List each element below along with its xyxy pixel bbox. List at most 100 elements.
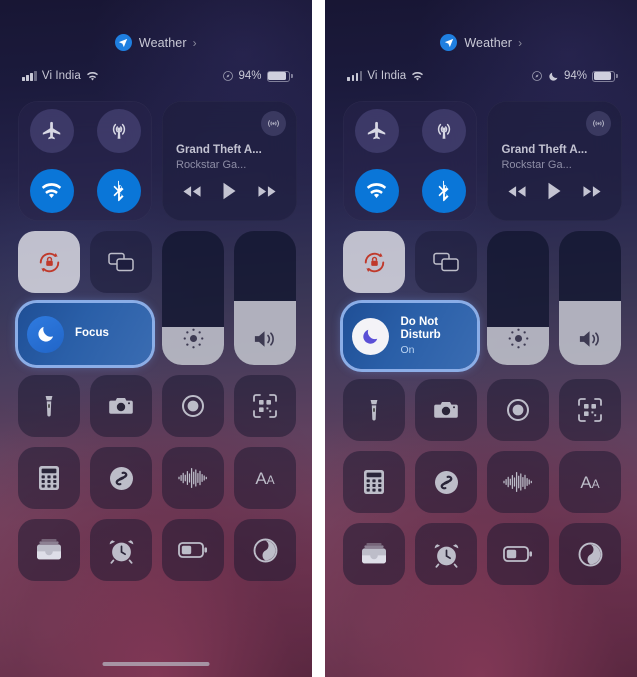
flashlight-button[interactable] <box>343 379 406 441</box>
qr-scanner-button[interactable] <box>234 375 296 437</box>
control-center-left: Grand Theft A... Rockstar Ga... Focus AA <box>18 101 297 581</box>
battery-icon <box>591 70 618 82</box>
airplay-audio-icon[interactable] <box>586 111 612 136</box>
bluetooth-button[interactable] <box>421 169 466 213</box>
utility-grid-left: AA <box>18 375 297 581</box>
wifi-button[interactable] <box>29 169 74 213</box>
moon-icon <box>27 315 64 353</box>
cellular-data-button[interactable] <box>421 109 466 153</box>
text-size-button[interactable]: AA <box>234 447 296 509</box>
calculator-button[interactable] <box>18 447 80 509</box>
brightness-icon <box>162 326 224 351</box>
camera-button[interactable] <box>90 375 152 437</box>
media-title: Grand Theft A... <box>501 144 588 156</box>
utility-grid-right: AA <box>343 379 622 585</box>
home-indicator-left <box>102 662 210 666</box>
media-artist: Rockstar Ga... <box>501 159 572 172</box>
flashlight-button[interactable] <box>18 375 80 437</box>
wifi-status-icon <box>411 71 424 82</box>
airplay-audio-icon[interactable] <box>261 111 286 136</box>
media-module-right[interactable]: Grand Theft A... Rockstar Ga... <box>487 101 623 221</box>
wallet-button[interactable] <box>343 523 406 585</box>
fast-forward-icon[interactable] <box>582 185 602 198</box>
text-size-button[interactable]: AA <box>559 451 622 513</box>
wallet-button[interactable] <box>18 519 80 581</box>
airplane-mode-button[interactable] <box>354 109 399 153</box>
battery-percent-label: 94% <box>563 70 587 82</box>
focus-button[interactable]: Focus <box>18 303 152 365</box>
location-arrow-icon <box>440 34 458 51</box>
wifi-status-icon <box>86 71 99 82</box>
brightness-slider[interactable] <box>487 231 550 365</box>
signal-bars-icon <box>347 71 363 81</box>
calculator-button[interactable] <box>343 451 406 513</box>
rewind-icon[interactable] <box>182 185 202 198</box>
fast-forward-icon[interactable] <box>257 185 277 198</box>
carrier-label: Vi India <box>41 70 81 82</box>
media-module-left[interactable]: Grand Theft A... Rockstar Ga... <box>162 101 297 221</box>
volume-slider[interactable] <box>559 231 622 365</box>
volume-icon <box>559 327 621 351</box>
brightness-slider[interactable] <box>162 231 224 365</box>
screen-record-button[interactable] <box>487 379 550 441</box>
brightness-icon <box>487 326 549 351</box>
volume-slider[interactable] <box>234 231 296 365</box>
wifi-button[interactable] <box>354 169 399 213</box>
shazam-button[interactable] <box>415 451 478 513</box>
media-artist: Rockstar Ga... <box>176 159 247 172</box>
dark-mode-button[interactable] <box>559 523 622 585</box>
control-center-panel-left: Weather › Vi India 94% Grand Theft A... … <box>0 0 312 677</box>
focus-name-label: Do Not Disturb <box>400 315 441 342</box>
svg-text:AA: AA <box>581 473 600 492</box>
panel-divider <box>311 0 319 677</box>
dark-mode-button[interactable] <box>234 519 296 581</box>
signal-bars-icon <box>22 71 37 81</box>
volume-icon <box>234 327 296 351</box>
voice-memos-button[interactable] <box>487 451 550 513</box>
voice-memos-button[interactable] <box>162 447 224 509</box>
chevron-right-icon: › <box>192 35 197 50</box>
sliders-left <box>162 231 296 365</box>
rewind-icon[interactable] <box>507 185 527 198</box>
focus-tile-wrap-left: Focus <box>18 303 152 365</box>
rotation-lock-button[interactable] <box>343 231 406 293</box>
focus-state-label: On <box>400 343 415 356</box>
play-icon[interactable] <box>547 182 562 200</box>
airplane-mode-button[interactable] <box>29 109 74 153</box>
svg-text:AA: AA <box>255 469 274 488</box>
rotation-lock-button[interactable] <box>18 231 80 293</box>
do-not-disturb-status-icon <box>548 71 559 82</box>
battery-percent-label: 94% <box>238 70 262 82</box>
media-title: Grand Theft A... <box>176 144 262 156</box>
alarm-clock-button[interactable] <box>90 519 152 581</box>
do-not-disturb-button[interactable]: Do Not Disturb On <box>343 303 478 369</box>
low-power-mode-button[interactable] <box>162 519 224 581</box>
location-services-icon <box>222 70 234 82</box>
bluetooth-button[interactable] <box>96 169 141 213</box>
moon-icon <box>352 317 390 355</box>
weather-label: Weather <box>138 35 187 50</box>
carrier-label: Vi India <box>367 70 407 82</box>
battery-icon <box>266 70 293 82</box>
chevron-right-icon: › <box>518 35 523 50</box>
screen-mirroring-button[interactable] <box>415 231 478 293</box>
qr-scanner-button[interactable] <box>559 379 622 441</box>
status-bar-right: Vi India 94% <box>347 68 618 84</box>
play-icon[interactable] <box>222 182 237 200</box>
shazam-button[interactable] <box>90 447 152 509</box>
screen-record-button[interactable] <box>162 375 224 437</box>
focus-name-label: Focus <box>75 327 109 340</box>
location-services-icon <box>531 70 543 82</box>
comparison-screenshot: Weather › Vi India 94% Grand Theft A... … <box>0 0 637 677</box>
connectivity-module-right <box>343 101 478 221</box>
screen-mirroring-button[interactable] <box>90 231 152 293</box>
low-power-mode-button[interactable] <box>487 523 550 585</box>
cellular-data-button[interactable] <box>96 109 141 153</box>
weather-widget-left[interactable]: Weather › <box>0 34 312 51</box>
weather-widget-right[interactable]: Weather › <box>325 34 637 51</box>
connectivity-module-left <box>18 101 152 221</box>
control-center-panel-right: Weather › Vi India 94% Grand Theft A... … <box>325 0 637 677</box>
alarm-clock-button[interactable] <box>415 523 478 585</box>
camera-button[interactable] <box>415 379 478 441</box>
control-center-right: Grand Theft A... Rockstar Ga... Do Not D… <box>343 101 623 585</box>
